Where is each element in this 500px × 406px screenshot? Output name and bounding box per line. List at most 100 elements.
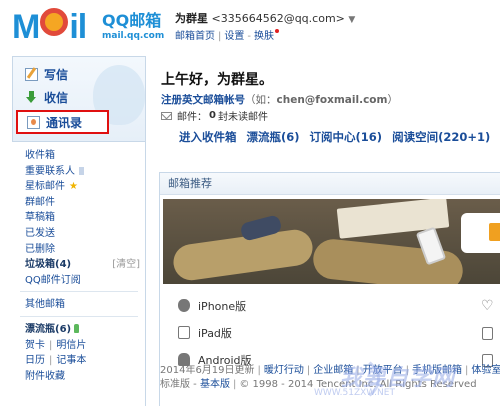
calendar-icon[interactable] xyxy=(482,327,493,340)
link-separator: | xyxy=(49,355,53,367)
platform-label: iPad版 xyxy=(198,327,232,340)
apps-row-2: 日历 | 记事本 xyxy=(12,353,146,369)
subscription-center-link[interactable]: 订阅中心(16) xyxy=(310,130,383,144)
bottle-icon xyxy=(74,323,80,333)
folder-label: 收件箱 xyxy=(25,150,55,161)
download-arrow-icon xyxy=(25,90,38,104)
new-dot-icon xyxy=(274,29,279,33)
user-links: 邮箱首页 | 设置 - 换肤 xyxy=(175,29,355,45)
user-info: 为群星 <335664562@qq.com> ▼ 邮箱首页 | 设置 - 换肤 xyxy=(175,11,355,45)
mobile-mail-link[interactable]: 手机版邮箱 xyxy=(412,365,462,376)
basic-version-link[interactable]: 基本版 xyxy=(200,379,230,390)
link-separator: | xyxy=(257,365,261,376)
footer-links-row: 2014年6月19日更新 | 暖灯行动 | 企业邮箱 | 开放平台 | 手机版邮箱 | 体验室 xyxy=(160,364,500,378)
qq-mail-logo[interactable]: Mil QQ邮箱 mail.qq.com xyxy=(12,8,165,48)
folder-label: 其他邮箱 xyxy=(25,299,65,311)
link-separator: | xyxy=(306,365,311,376)
link-separator: | xyxy=(465,365,469,376)
unread-summary: 邮件： 0 封未读邮件 xyxy=(161,108,268,123)
mailbox-home-link[interactable]: 邮箱首页 xyxy=(175,31,215,42)
logo-letter-m: M xyxy=(12,8,40,46)
sidebar: 写信 收信 通讯录 收件箱 重要联系人 星标邮件 ★ 群邮件 草稿箱 已发送 已删… xyxy=(12,56,146,406)
attachments-link[interactable]: 附件收藏 xyxy=(12,369,146,385)
settings-link[interactable]: 设置 xyxy=(224,31,244,42)
folder-group-mail[interactable]: 群邮件 xyxy=(12,195,146,211)
folder-label: 草稿箱 xyxy=(25,212,55,224)
link-separator: | xyxy=(232,379,237,390)
folder-label: 群邮件 xyxy=(25,196,55,208)
quick-links: 进入收件箱 漂流瓶(6) 订阅中心(16) 阅读空间(220+1) xyxy=(179,129,496,145)
folder-other-mailboxes[interactable]: 其他邮箱 xyxy=(12,297,146,313)
folder-label: 星标邮件 xyxy=(25,181,65,193)
contacts-button[interactable]: 通讯录 xyxy=(27,113,82,131)
heart-icon[interactable] xyxy=(481,293,494,320)
platform-list: iPhone版 iPad版 Android版 xyxy=(178,293,498,374)
postcard-link[interactable]: 明信片 xyxy=(56,340,86,351)
platform-label: iPhone版 xyxy=(198,300,247,313)
ipad-version-link[interactable]: iPad版 xyxy=(178,320,498,347)
account-dropdown-caret-icon[interactable]: ▼ xyxy=(348,15,355,25)
pencil-paper-icon xyxy=(25,67,38,81)
greeting: 上午好，为群星。 xyxy=(161,69,273,89)
recommend-title: 邮箱推荐 xyxy=(160,173,500,195)
greeting-card-link[interactable]: 贺卡 xyxy=(25,340,45,351)
main-content: 上午好，为群星。 注册英文邮箱帐号（如：chen@foxmail.com） 邮件… xyxy=(147,56,500,406)
user-email: <335664562@qq.com> xyxy=(211,12,345,25)
user-account-line[interactable]: 为群星 <335664562@qq.com> ▼ xyxy=(175,11,355,28)
folder-starred[interactable]: 星标邮件 ★ xyxy=(12,179,146,195)
update-date: 2014年6月19日更新 xyxy=(160,365,255,376)
contacts-label: 通讯录 xyxy=(46,115,83,130)
logo-domain: mail.qq.com xyxy=(102,31,165,41)
copyright-text: © 1998 - 2014 Tencent Inc. All Rights Re… xyxy=(239,379,477,390)
compose-button[interactable]: 写信 xyxy=(25,65,68,83)
folder-label: 附件收藏 xyxy=(25,370,65,382)
enterprise-mail-link[interactable]: 企业邮箱 xyxy=(313,365,353,376)
apps-row-1: 贺卡 | 明信片 xyxy=(12,338,146,354)
link-separator: - xyxy=(247,31,251,42)
register-hint: （如： xyxy=(245,94,277,106)
iphone-version-link[interactable]: iPhone版 xyxy=(178,293,498,320)
folder-label: 重要联系人 xyxy=(25,165,75,177)
folder-important-contacts[interactable]: 重要联系人 xyxy=(12,164,146,180)
lab-link[interactable]: 体验室 xyxy=(471,365,500,376)
unread-count: 0 xyxy=(209,110,216,121)
link-separator: | xyxy=(218,31,222,42)
greeting-prefix: 上午好， xyxy=(161,72,217,88)
register-hint: ） xyxy=(387,94,398,106)
calendar-link[interactable]: 日历 xyxy=(25,355,45,366)
drift-bottle-link[interactable]: 漂流瓶(6) xyxy=(12,322,146,338)
warm-light-link[interactable]: 暖灯行动 xyxy=(264,365,304,376)
unread-prefix: 邮件： xyxy=(177,112,207,123)
folder-spam[interactable]: 垃圾箱(4) [清空] xyxy=(12,257,146,273)
compose-label: 写信 xyxy=(44,67,69,82)
folder-list: 收件箱 重要联系人 星标邮件 ★ 群邮件 草稿箱 已发送 已删除 垃圾箱(4) [清… xyxy=(12,148,146,384)
folder-label: QQ邮件订阅 xyxy=(25,274,81,286)
reading-space-link[interactable]: 阅读空间(220+1) xyxy=(392,130,490,144)
mail-envelope-icon xyxy=(461,213,500,253)
folder-sent[interactable]: 已发送 xyxy=(12,226,146,242)
folder-inbox[interactable]: 收件箱 xyxy=(12,148,146,164)
empty-spam-link[interactable]: [清空] xyxy=(112,257,140,273)
unread-suffix: 封未读邮件 xyxy=(217,112,268,123)
folder-deleted[interactable]: 已删除 xyxy=(12,242,146,258)
recommend-banner-image[interactable] xyxy=(163,199,500,284)
logo-wordmark: Mil xyxy=(12,8,87,46)
open-platform-link[interactable]: 开放平台 xyxy=(363,365,403,376)
folder-drafts[interactable]: 草稿箱 xyxy=(12,210,146,226)
link-separator: | xyxy=(405,365,410,376)
receive-button[interactable]: 收信 xyxy=(25,88,68,106)
greeting-suffix: 。 xyxy=(259,72,273,88)
folder-label: 已发送 xyxy=(25,227,55,239)
receive-label: 收信 xyxy=(44,90,69,105)
logo-o-circle-icon xyxy=(40,8,69,36)
register-english-account-link[interactable]: 注册英文邮箱帐号 xyxy=(161,94,245,106)
change-skin-link[interactable]: 换肤 xyxy=(254,31,274,42)
notebook-link[interactable]: 记事本 xyxy=(56,355,86,366)
sidebar-actions-panel: 写信 收信 通讯录 xyxy=(12,56,146,142)
greeting-name: 为群星 xyxy=(217,72,259,88)
drift-bottle-quicklink[interactable]: 漂流瓶(6) xyxy=(247,130,300,144)
go-to-inbox-link[interactable]: 进入收件箱 xyxy=(179,130,237,144)
folder-qq-subscriptions[interactable]: QQ邮件订阅 xyxy=(12,273,146,289)
bookmark-tag-icon xyxy=(79,166,84,175)
banner-decoration xyxy=(311,237,465,284)
